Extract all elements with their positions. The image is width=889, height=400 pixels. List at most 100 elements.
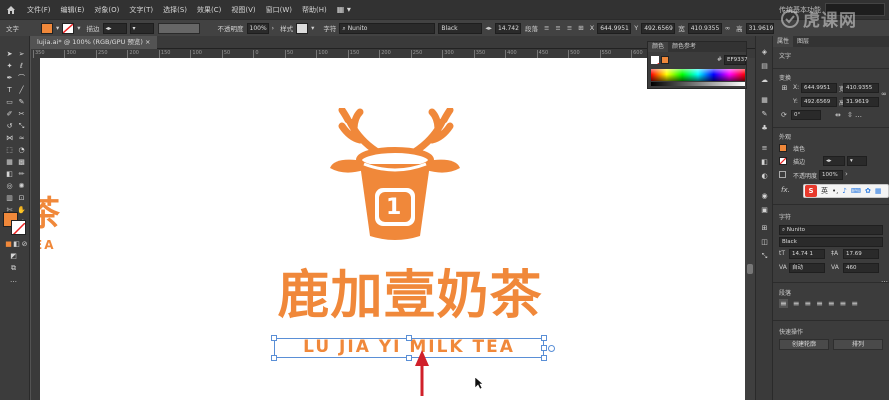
logo-mark[interactable] (320, 108, 470, 253)
rectangle-tool-icon[interactable]: ▭ (4, 98, 15, 107)
align-left-icon[interactable]: ≡ (779, 299, 788, 308)
prop-font-style[interactable]: Black (779, 237, 883, 247)
chevron-down-icon[interactable]: ▾ (77, 24, 80, 32)
home-icon[interactable] (0, 0, 22, 19)
justify-right-icon[interactable]: ≡ (840, 299, 847, 308)
skin-icon[interactable]: ✿ (865, 187, 871, 195)
font-family-dropdown[interactable]: ⌕ Nunito (339, 22, 436, 34)
more-tools-icon[interactable]: … (8, 276, 19, 285)
menu-type[interactable]: 文字(T) (124, 5, 158, 15)
chevron-right-icon[interactable]: › (845, 170, 848, 178)
more-options-icon[interactable]: … (855, 111, 862, 119)
chevron-down-icon[interactable]: ▾ (56, 24, 59, 32)
selection-handle[interactable] (541, 345, 547, 351)
prop-opacity-checkbox[interactable] (779, 171, 786, 178)
selection-handle[interactable] (541, 355, 547, 361)
graph-tool-icon[interactable]: ▥ (4, 194, 15, 203)
vertical-scrollbar[interactable] (745, 58, 755, 400)
prop-font-size[interactable]: 14.74 1 (789, 249, 825, 259)
draw-mode-icon[interactable]: ◩ (8, 252, 19, 261)
brush-preview[interactable] (157, 22, 200, 34)
grayscale-ramp[interactable] (651, 82, 745, 86)
font-size-input[interactable]: 14.742 (494, 22, 521, 34)
punctuation-icon[interactable]: •, (832, 187, 838, 195)
graphic-styles-panel-icon[interactable]: ▣ (759, 206, 770, 215)
stroke-panel-icon[interactable]: ≡ (759, 144, 770, 153)
artboard[interactable]: 茶 EA 1 鹿加壹奶茶 LU JIA YI MILK TEA (40, 58, 745, 400)
none-mode-icon[interactable]: ⊘ (19, 240, 30, 249)
menu-edit[interactable]: 编辑(E) (56, 5, 90, 15)
menu-help[interactable]: 帮助(H) (297, 5, 332, 15)
flip-vertical-icon[interactable]: ⇳ (847, 111, 853, 119)
rotate-handle[interactable] (548, 345, 555, 352)
type-tool-icon[interactable]: T (4, 86, 15, 95)
reference-point-icon[interactable]: ⊞ (578, 24, 583, 32)
prop-stroke-swatch[interactable] (779, 157, 787, 165)
flip-horizontal-icon[interactable]: ⇹ (835, 111, 841, 119)
pen-tool-icon[interactable]: ✒ (4, 74, 15, 83)
align-center-icon[interactable]: ≡ (555, 24, 560, 32)
lasso-tool-icon[interactable]: ℓ (16, 62, 27, 71)
tab-properties[interactable]: 属性 (773, 36, 794, 47)
align-panel-icon[interactable]: ⊞ (759, 224, 770, 233)
shape-builder-tool-icon[interactable]: ◔ (16, 146, 27, 155)
pathfinder-panel-icon[interactable]: ◫ (759, 238, 770, 247)
selection-handle[interactable] (271, 355, 277, 361)
prop-stroke-weight[interactable]: ◂▸ (823, 156, 845, 166)
width-tool-icon[interactable]: ⋈ (4, 134, 15, 143)
menu-effect[interactable]: 效果(C) (192, 5, 226, 15)
vertical-ruler[interactable] (31, 58, 40, 400)
hex-input[interactable]: EF9337 (724, 55, 748, 65)
selection-handle[interactable] (271, 335, 277, 341)
prop-x-input[interactable]: 644.9951 (801, 83, 837, 93)
prop-font-family[interactable]: ⌕ Nunito (779, 225, 883, 235)
w-input[interactable]: 410.9355 (687, 22, 722, 34)
font-size-stepper[interactable]: ◂▸ (485, 24, 492, 32)
rotate-tool-icon[interactable]: ↺ (4, 122, 15, 131)
prop-y-input[interactable]: 492.6569 (801, 97, 837, 107)
h-input[interactable]: 31.9619 (745, 22, 774, 34)
mesh-tool-icon[interactable]: ▩ (16, 158, 27, 167)
warp-tool-icon[interactable]: ≈ (16, 134, 27, 143)
menu-select[interactable]: 选择(S) (158, 5, 192, 15)
menu-window[interactable]: 窗口(W) (261, 5, 297, 15)
x-input[interactable]: 644.9951 (597, 22, 632, 34)
style-swatch[interactable] (296, 22, 309, 34)
arrange-documents-icon[interactable]: ▦ ▾ (332, 5, 356, 14)
prop-stroke-dropdown[interactable]: ▾ (847, 156, 867, 166)
justify-center-icon[interactable]: ≡ (828, 299, 835, 308)
tab-layers[interactable]: 图层 (793, 36, 813, 47)
prop-opacity-input[interactable]: 100% (819, 170, 843, 180)
ime-mode-toggle[interactable]: 英 (821, 186, 828, 196)
menu-view[interactable]: 视图(V) (226, 5, 260, 15)
prop-leading[interactable]: 17.69 (843, 249, 879, 259)
stroke-weight-dropdown[interactable]: ◂▸ (102, 22, 127, 34)
screen-mode-icon[interactable]: ⧉ (8, 264, 19, 273)
direct-selection-tool-icon[interactable]: ➢ (16, 50, 27, 59)
stroke-profile-dropdown[interactable]: ▾ (129, 22, 154, 34)
menu-grid-icon[interactable]: ▦ (875, 187, 882, 195)
symbol-sprayer-tool-icon[interactable]: ✺ (16, 182, 27, 191)
menu-file[interactable]: 文件(F) (22, 5, 56, 15)
eyedropper-tool-icon[interactable]: ✏ (16, 170, 27, 179)
brushes-panel-icon[interactable]: ✎ (759, 110, 770, 119)
scroll-thumb[interactable] (747, 264, 753, 274)
font-style-dropdown[interactable]: Black (438, 22, 483, 34)
chevron-down-icon[interactable]: ▾ (311, 24, 314, 32)
curvature-tool-icon[interactable]: ⌒ (16, 74, 27, 83)
prop-tracking[interactable]: 自动 (789, 263, 825, 273)
symbols-panel-icon[interactable]: ♣ (759, 124, 770, 133)
swatches-panel-icon[interactable]: ▦ (759, 96, 770, 105)
eraser-tool-icon[interactable]: ✂ (16, 110, 27, 119)
scale-tool-icon[interactable]: ⤡ (16, 122, 27, 131)
gradient-tool-icon[interactable]: ◧ (4, 170, 15, 179)
justify-left-icon[interactable]: ≡ (816, 299, 823, 308)
properties-panel-icon[interactable]: ◈ (759, 48, 770, 57)
align-center-icon[interactable]: ≡ (793, 299, 800, 308)
control-para-label[interactable]: 段落 (525, 23, 538, 33)
line-tool-icon[interactable]: ╱ (16, 86, 27, 95)
stroke-swatch[interactable] (62, 22, 75, 34)
prop-fill-swatch[interactable] (779, 144, 787, 152)
align-right-icon[interactable]: ≡ (567, 24, 572, 32)
color-none-icon[interactable] (651, 56, 659, 64)
